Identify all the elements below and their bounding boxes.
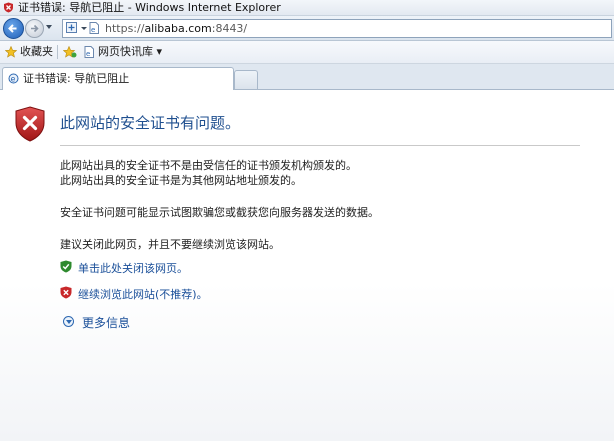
url-text[interactable]: https://alibaba.com:8443/ [105, 20, 247, 37]
add-favorite-icon[interactable] [63, 46, 77, 58]
risk-text: 安全证书问题可能显示试图欺骗您或截获您向服务器发送的数据。 [60, 206, 379, 219]
shield-error-icon [15, 106, 45, 142]
url-host: alibaba.com [144, 22, 212, 35]
red-shield-x-icon [60, 286, 72, 299]
ie-page-icon: e [8, 73, 19, 84]
tab-certificate-error[interactable]: e 证书错误: 导航已阻止 [2, 67, 234, 90]
green-shield-check-icon [60, 260, 72, 273]
divider [57, 45, 58, 59]
web-slice-icon: e [84, 46, 94, 58]
navigation-bar: e https://alibaba.com:8443/ [0, 16, 614, 41]
web-slice-gallery-button[interactable]: 网页快讯库 ▾ [98, 41, 162, 63]
tab-bar: e 证书错误: 导航已阻止 [0, 64, 614, 90]
more-information-link[interactable]: 更多信息 [82, 314, 130, 331]
recent-pages-dropdown[interactable] [46, 25, 52, 29]
page-icon: e [89, 22, 99, 34]
expand-circle-icon [63, 316, 74, 327]
svg-text:e: e [91, 26, 95, 34]
back-button[interactable] [3, 18, 24, 39]
recommendation-text: 建议关闭此网页，并且不要继续浏览该网站。 [60, 238, 280, 251]
arrow-left-icon [8, 24, 17, 33]
favorites-bar: 收藏夹 e 网页快讯库 ▾ [0, 41, 614, 64]
arrow-right-icon [31, 24, 39, 33]
reason-name-mismatch: 此网站出具的安全证书是为其他网站地址颁发的。 [60, 174, 302, 187]
favorites-button[interactable]: 收藏夹 [20, 41, 53, 63]
page-title: 此网站的安全证书有问题。 [60, 114, 241, 132]
svg-text:e: e [86, 50, 90, 58]
address-bar[interactable]: e https://alibaba.com:8443/ [62, 19, 612, 38]
page-content: 此网站的安全证书有问题。 此网站出具的安全证书不是由受信任的证书颁发机构颁发的。… [0, 90, 614, 441]
continue-to-site-link[interactable]: 继续浏览此网站(不推荐)。 [78, 286, 208, 302]
forward-button[interactable] [25, 19, 44, 38]
ie-shield-error-icon [4, 2, 13, 13]
tab-label: 证书错误: 导航已阻止 [23, 72, 130, 85]
window-title: 证书错误: 导航已阻止 - Windows Internet Explorer [18, 1, 281, 14]
divider [60, 145, 580, 146]
plus-icon[interactable] [66, 22, 77, 33]
svg-text:e: e [11, 75, 16, 84]
close-page-link[interactable]: 单击此处关闭该网页。 [78, 260, 188, 276]
title-bar: 证书错误: 导航已阻止 - Windows Internet Explorer [0, 0, 614, 16]
star-icon [5, 46, 17, 58]
chevron-down-icon[interactable] [81, 27, 87, 30]
reason-untrusted: 此网站出具的安全证书不是由受信任的证书颁发机构颁发的。 [60, 159, 357, 172]
new-tab-button[interactable] [234, 70, 258, 89]
